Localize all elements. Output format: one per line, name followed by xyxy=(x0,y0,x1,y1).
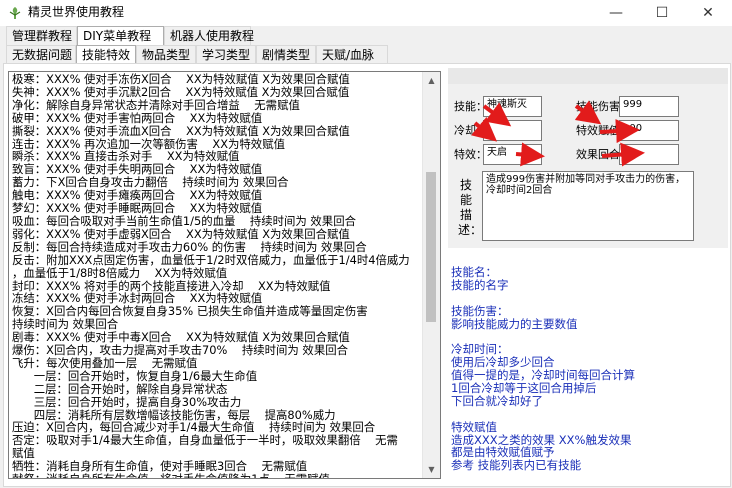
effect-line: 撕裂：XXX% 使对手流血X回合 XX为特效赋值 X为效果回合赋值 xyxy=(12,123,350,138)
scroll-thumb[interactable] xyxy=(426,172,436,322)
effect-rounds-field[interactable] xyxy=(619,144,679,165)
minimize-button[interactable]: — xyxy=(593,0,639,26)
help-line: 技能名： xyxy=(451,265,497,279)
tab-item-types[interactable]: 物品类型 xyxy=(136,45,196,64)
skill-form-preview: 技能： 神魂斯灭 技能伤害： 999 冷却： 特效赋值 100 特效： 天启 效… xyxy=(448,84,728,248)
skill-description-field[interactable]: 造成999伤害并附加等同对手攻击力的伤害，冷却时间2回合 xyxy=(482,171,694,241)
effect-value-field[interactable]: 100 xyxy=(619,120,679,141)
help-line: 影响技能威力的主要数值 xyxy=(451,316,578,331)
window-title: 精灵世界使用教程 xyxy=(28,5,125,19)
skill-description-label: 技能描述： xyxy=(458,178,483,237)
tab-talent-bloodline[interactable]: 天赋/血脉 xyxy=(316,45,388,64)
help-line: 技能伤害： xyxy=(451,303,509,318)
help-line xyxy=(451,408,726,421)
effect-line: 二层：回合开始时，解除自身异常状态 xyxy=(12,381,228,396)
skill-name-field[interactable]: 神魂斯灭 xyxy=(483,96,542,117)
maximize-button[interactable]: ☐ xyxy=(639,0,685,26)
effect-line: 反制：每回合持续造成对手攻击力60% 的伤害 持续时间为 效果回合 xyxy=(12,239,367,254)
scroll-up-icon[interactable]: ▲ xyxy=(423,72,440,89)
effect-line: 三层：回合开始时，提高自身30%攻击力 xyxy=(12,394,242,409)
effect-line: 反击：附加XXX点固定伤害，血量低于1/2时双倍威力，血量低于1/4时4倍威力 xyxy=(12,252,410,267)
tab-learn-types[interactable]: 学习类型 xyxy=(196,45,256,64)
tab-robot-tutorial[interactable]: 机器人使用教程 xyxy=(164,26,254,45)
help-line xyxy=(451,292,726,305)
effects-list: 极寒：XXX% 使对手冻伤X回合 XX为特效赋值 X为效果回合赋值 失神：XXX%… xyxy=(12,72,426,478)
effect-line: 弱化：XXX% 使对手虚弱X回合 XX为特效赋值 X为效果回合赋值 xyxy=(12,226,350,241)
cooldown-field[interactable] xyxy=(483,120,542,141)
vertical-scrollbar[interactable]: ▲ ▼ xyxy=(422,72,440,478)
effect-line: 爆伤：X回合内，攻击力提高对手攻击70% 持续时间为 效果回合 xyxy=(12,343,348,358)
effect-line: 净化：解除自身异常状态并清除对手回合增益 无需赋值 xyxy=(12,97,300,112)
effect-rounds-label: 效果回合 xyxy=(576,148,620,161)
tab-story-types[interactable]: 剧情类型 xyxy=(256,45,316,64)
help-line: 参考 技能列表内已有技能 xyxy=(451,458,582,473)
help-line: 技能的名字 xyxy=(451,277,509,292)
effect-value-label: 特效赋值 xyxy=(576,124,620,137)
effect-field[interactable]: 天启 xyxy=(483,144,542,165)
effect-line: 一层：回合开始时，恢复自身1/6最大生命值 xyxy=(12,368,258,383)
title-bar: 精灵世界使用教程 — ☐ ✕ xyxy=(0,0,732,26)
tab-skill-effects[interactable]: 技能特效 xyxy=(76,45,136,64)
app-icon xyxy=(9,7,21,19)
help-line: 特效赋值 xyxy=(451,419,497,434)
effect-line: 飞升：每次使用叠加一层 无需赋值 xyxy=(12,355,198,370)
scroll-down-icon[interactable]: ▼ xyxy=(423,461,440,478)
effect-line: 否定：吸取对手1/4最大生命值，自身血量低于一半时，吸取效果翻倍 无需 xyxy=(12,433,398,448)
tab-diy-menu[interactable]: DIY菜单教程 xyxy=(77,26,164,45)
effect-line: 失神：XXX% 使对手沉默2回合 XX为特效赋值 X为效果回合赋值 xyxy=(12,84,350,99)
close-button[interactable]: ✕ xyxy=(685,0,731,26)
tab-no-data[interactable]: 无数据问题 xyxy=(6,45,76,64)
effect-line: 破甲：XXX% 使对手害怕两回合 XX为特效赋值 xyxy=(12,110,263,125)
tab-group-tutorial[interactable]: 管理群教程 xyxy=(6,26,77,45)
effect-line: 献祭：消耗自身所有生命值，将对手生命值降为1点 无需赋值 xyxy=(12,473,426,478)
help-line: 1回合冷却等于这回合用掉后 xyxy=(451,381,597,396)
help-line: 下回合就冷却好了 xyxy=(451,393,543,408)
effect-line: 吸血：每回合吸取对手当前生命值1/5的血量 持续时间为 效果回合 xyxy=(12,213,356,228)
effect-line: 极寒：XXX% 使对手冻伤X回合 XX为特效赋值 X为效果回合赋值 xyxy=(12,72,350,86)
effects-textbox[interactable]: 极寒：XXX% 使对手冻伤X回合 XX为特效赋值 X为效果回合赋值 失神：XXX%… xyxy=(8,71,441,479)
help-text: 技能名： 技能的名字 技能伤害： 影响技能威力的主要数值 冷却时间： 使用后冷却多少回合值… xyxy=(451,266,726,472)
skill-damage-field[interactable]: 999 xyxy=(619,96,679,117)
preview-header-band xyxy=(448,68,728,84)
effect-line: ，血量低于1/8时8倍威力 XX为特效赋值 xyxy=(12,265,228,280)
